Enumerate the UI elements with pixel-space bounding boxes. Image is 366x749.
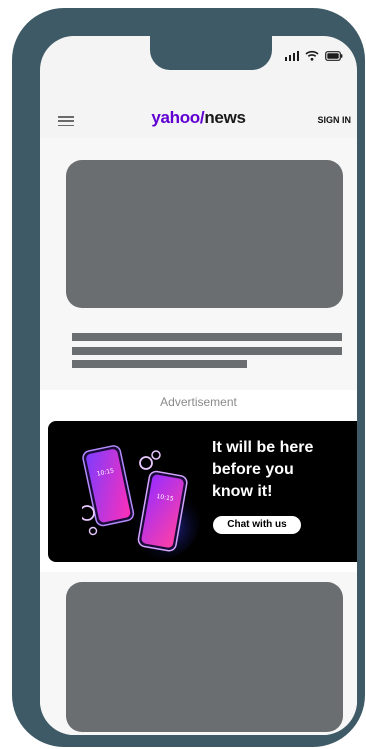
- headline-line-placeholder: [72, 360, 247, 368]
- stage: yahoo/news SIGN IN Advertisement 10:15 1…: [0, 0, 366, 749]
- chat-with-us-button[interactable]: Chat with us: [213, 516, 301, 534]
- headline-line-placeholder: [72, 347, 342, 355]
- ad-headline-line: before you: [212, 461, 294, 478]
- sign-in-link[interactable]: SIGN IN: [317, 115, 351, 125]
- ad-headline-line: It will be here: [212, 439, 314, 456]
- ad-headline: It will be here before you know it!: [212, 437, 352, 503]
- content-area: Advertisement 10:15 10:15 It will be her…: [40, 138, 357, 735]
- phone-frame: yahoo/news SIGN IN Advertisement 10:15 1…: [12, 8, 365, 747]
- status-bar: [284, 50, 344, 61]
- phones-illustration-icon: 10:15 10:15: [82, 445, 200, 559]
- ad-banner[interactable]: 10:15 10:15 It will be here before you k…: [48, 421, 357, 562]
- phone-notch: [150, 36, 272, 70]
- wifi-icon: [305, 50, 319, 61]
- headline-line-placeholder: [72, 333, 342, 341]
- ad-headline-line: know it!: [212, 483, 273, 500]
- bottom-card-placeholder[interactable]: [66, 582, 343, 732]
- signal-icon: [284, 51, 299, 61]
- brand-logo[interactable]: yahoo/news: [40, 108, 357, 128]
- ad-section: Advertisement 10:15 10:15 It will be her…: [40, 390, 357, 572]
- battery-icon: [325, 51, 343, 61]
- ad-label: Advertisement: [160, 395, 237, 409]
- brand-yahoo-text: yahoo/: [151, 108, 205, 127]
- app-header: yahoo/news SIGN IN: [40, 104, 357, 138]
- hero-image-placeholder[interactable]: [66, 160, 343, 308]
- phone-screen: yahoo/news SIGN IN Advertisement 10:15 1…: [40, 36, 357, 735]
- brand-news-text: news: [204, 108, 246, 127]
